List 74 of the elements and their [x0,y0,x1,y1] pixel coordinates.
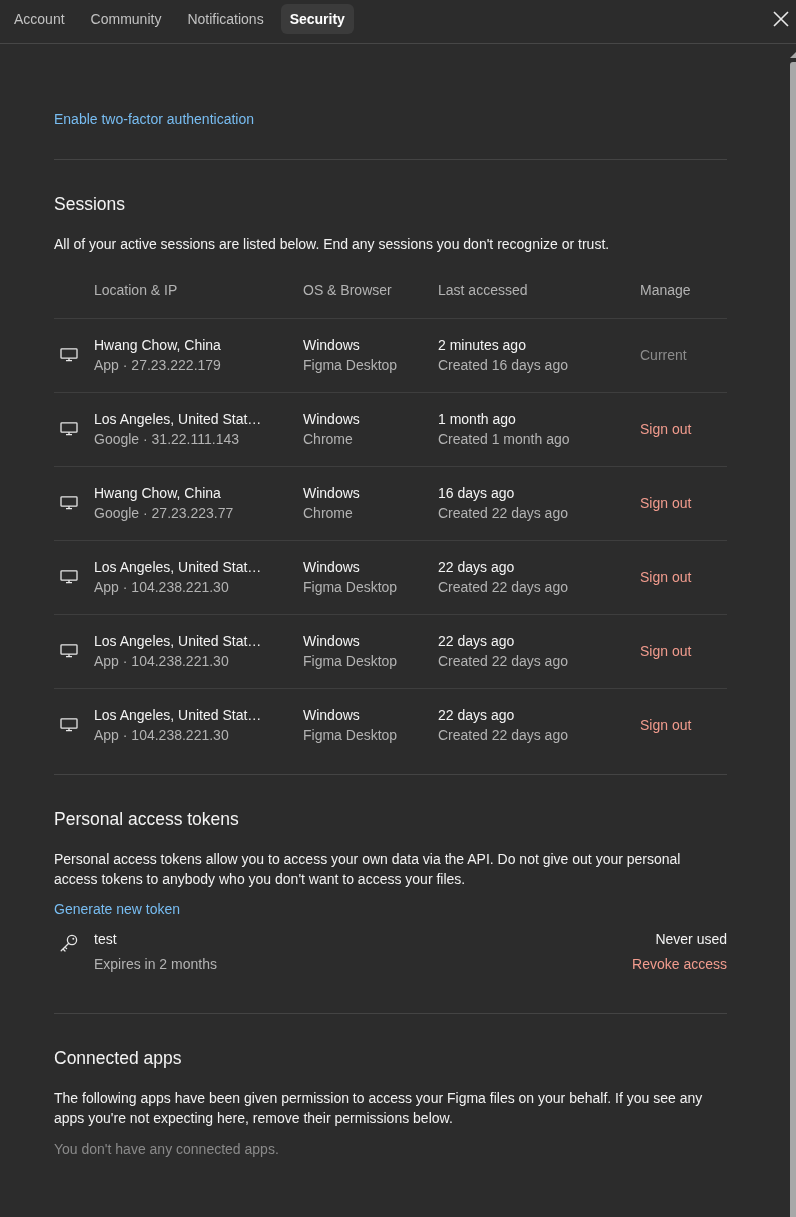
session-location: Hwang Chow, China [94,336,221,355]
browser-name: Chrome [303,504,353,523]
monitor-icon [60,422,78,436]
os-name: Windows [303,632,360,651]
revoke-access-link[interactable]: Revoke access [632,953,727,974]
os-name: Windows [303,336,360,355]
session-location: Hwang Chow, China [94,484,221,503]
key-icon [60,933,78,952]
browser-name: Figma Desktop [303,578,398,597]
created-time: Created 22 days ago [438,726,568,745]
last-accessed-time: 16 days ago [438,484,515,503]
last-accessed-time: 1 month ago [438,410,516,429]
token-usage: Never used [655,929,727,949]
column-header: Location & IP [94,280,178,300]
last-accessed-time: 2 minutes ago [438,336,526,355]
session-ip: App · 104.238.221.30 [94,726,229,745]
section-title: Personal access tokens [54,807,240,831]
close-button[interactable] [773,11,789,27]
created-time: Created 22 days ago [438,504,568,523]
token-expiry: Expires in 2 months [94,954,217,974]
tab[interactable]: Account [5,4,74,34]
os-name: Windows [303,410,360,429]
browser-name: Figma Desktop [303,356,398,375]
created-time: Created 22 days ago [438,578,568,597]
two-factor-link[interactable]: Enable two-factor authentication [54,109,254,129]
os-name: Windows [303,558,360,577]
column-header: Manage [640,280,691,300]
column-header: Last accessed [438,280,528,300]
scroll-up-arrow-icon[interactable] [790,52,796,58]
sign-out-link[interactable]: Sign out [640,641,692,661]
scrollbar-thumb[interactable] [790,62,796,1217]
section-title: Connected apps [54,1046,183,1070]
token-name: test [94,929,117,949]
session-ip: App · 27.23.222.179 [94,356,221,375]
session-ip: App · 104.238.221.30 [94,652,229,671]
os-name: Windows [303,706,360,725]
session-location: Los Angeles, United Stat… [94,706,262,725]
created-time: Created 22 days ago [438,652,568,671]
monitor-icon [60,718,78,732]
last-accessed-time: 22 days ago [438,706,515,725]
section-title: Sessions [54,193,126,216]
sign-out-link[interactable]: Sign out [640,493,692,513]
last-accessed-time: 22 days ago [438,558,515,577]
sign-out-link[interactable]: Sign out [640,715,692,735]
generate-token-link[interactable]: Generate new token [54,898,181,919]
sign-out-link[interactable]: Sign out [640,567,692,587]
browser-name: Figma Desktop [303,652,398,671]
session-ip: App · 104.238.221.30 [94,578,229,597]
tab[interactable]: Community [81,4,171,34]
sign-out-link[interactable]: Sign out [640,419,692,439]
session-location: Los Angeles, United Stat… [94,558,262,577]
close-icon [773,11,789,27]
monitor-icon [60,348,78,362]
session-location: Los Angeles, United Stat… [94,632,262,651]
session-ip: Google · 27.23.223.77 [94,504,234,523]
tab[interactable]: Security [280,4,354,34]
monitor-icon [60,570,78,584]
browser-name: Figma Desktop [303,726,398,745]
column-header: OS & Browser [303,280,392,300]
section-description: All of your active sessions are listed below. End any sessions you don't recognize or trust. [54,235,611,254]
section-description: Personal access tokens allow you to access your own data via the API. Do not give out your personal access tokens to anybody who you don't want to access your files. [54,849,682,889]
monitor-icon [60,496,78,510]
last-accessed-time: 22 days ago [438,632,515,651]
monitor-icon [60,644,78,658]
section-description: The following apps have been given permission to access your Figma files on your behalf. If you see any apps you're not expecting here, remove their permissions below. [54,1088,704,1128]
current-session-label: Current [640,346,687,365]
browser-name: Chrome [303,430,353,449]
tab[interactable]: Notifications [178,4,273,34]
os-name: Windows [303,484,360,503]
empty-state-text: You don't have any connected apps. [54,1139,280,1159]
session-ip: Google · 31.22.111.143 [94,430,240,449]
session-location: Los Angeles, United Stat… [94,410,262,429]
created-time: Created 1 month ago [438,430,570,449]
created-time: Created 16 days ago [438,356,568,375]
